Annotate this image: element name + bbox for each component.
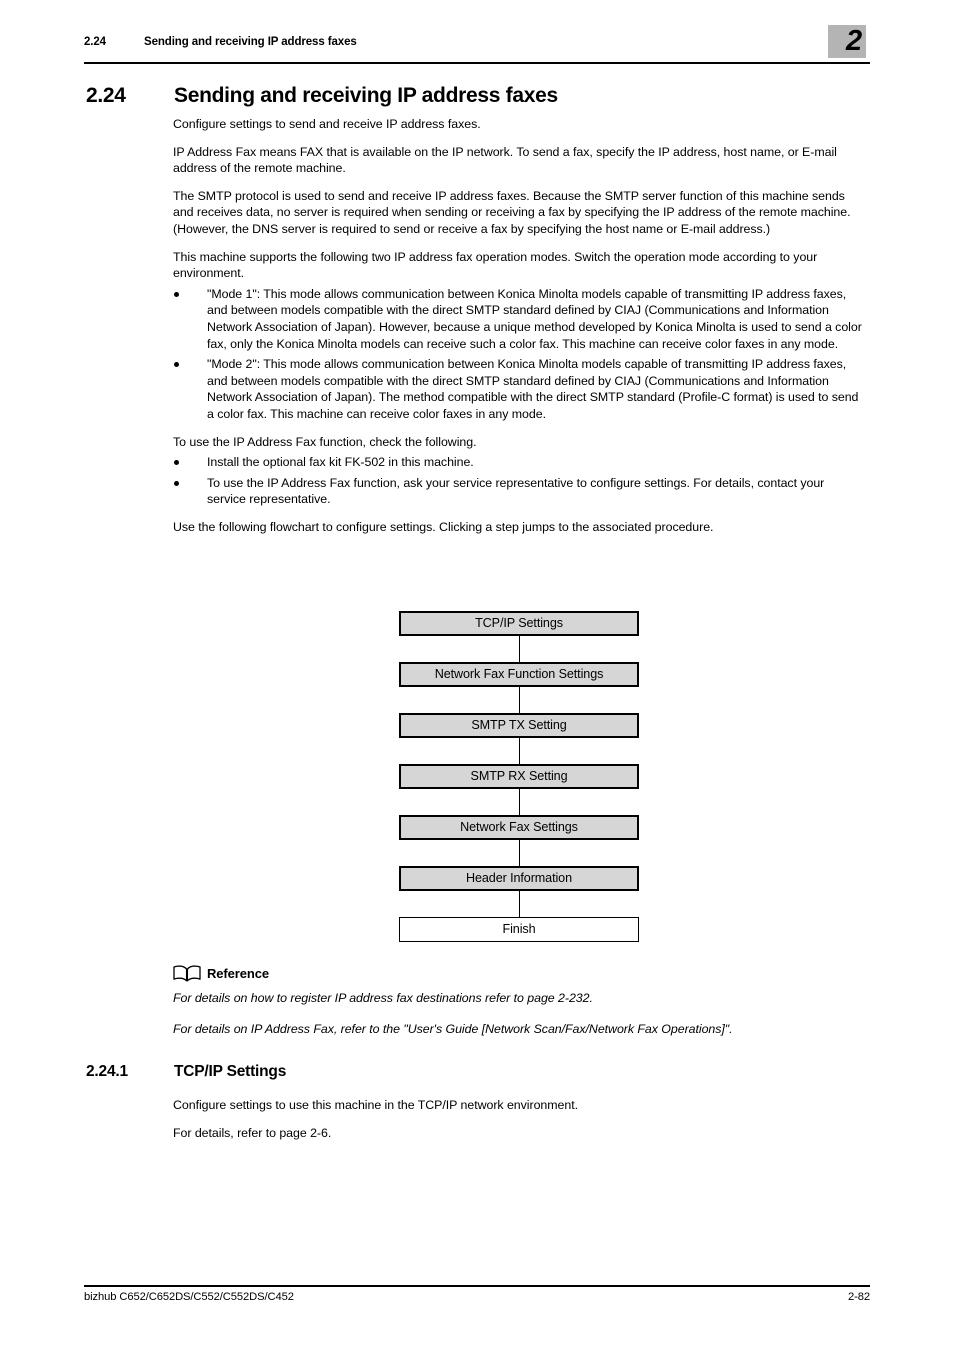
mode-1-text: "Mode 1": This mode allows communication… xyxy=(207,286,862,351)
page-title-text: Sending and receiving IP address faxes xyxy=(174,84,558,107)
flow-box-label: Finish xyxy=(399,917,639,942)
paragraph-flowchart-intro: Use the following flowchart to configure… xyxy=(173,519,714,534)
flow-step-finish: Finish xyxy=(399,917,639,942)
footer-page-number: 2-82 xyxy=(848,1291,870,1303)
list-item: To use the IP Address Fax function, ask … xyxy=(173,475,865,508)
requirements-list: Install the optional fax kit FK-502 in t… xyxy=(173,454,865,508)
flow-box-label[interactable]: TCP/IP Settings xyxy=(399,611,639,636)
flow-connector xyxy=(518,687,520,713)
open-book-icon xyxy=(173,965,201,982)
body-content: Configure settings to send and receive I… xyxy=(173,116,865,546)
bullet-dot-icon xyxy=(174,362,179,368)
subsection-title: 2.24.1 TCP/IP Settings xyxy=(86,1063,876,1081)
page-title-number: 2.24 xyxy=(86,84,126,107)
subsection-title-text: TCP/IP Settings xyxy=(174,1063,287,1080)
requirement-service-rep-text: To use the IP Address Fax function, ask … xyxy=(207,475,825,507)
flow-box-label[interactable]: Network Fax Function Settings xyxy=(399,662,639,687)
list-item: "Mode 2": This mode allows communication… xyxy=(173,356,865,422)
list-item: "Mode 1": This mode allows communication… xyxy=(173,286,865,352)
reference-line-2: For details on IP Address Fax, refer to … xyxy=(173,1021,733,1036)
flow-step-smtp-tx-setting[interactable]: SMTP TX Setting xyxy=(399,713,639,738)
bullet-dot-icon xyxy=(174,291,179,297)
flow-step-tcpip-settings[interactable]: TCP/IP Settings xyxy=(399,611,639,636)
footer-product-name: bizhub C652/C652DS/C552/C552DS/C452 xyxy=(84,1291,294,1303)
header-section-number: 2.24 xyxy=(84,36,106,48)
flow-connector xyxy=(518,738,520,764)
mode-2-text: "Mode 2": This mode allows communication… xyxy=(207,357,859,421)
reference-title: Reference xyxy=(207,966,269,981)
page-title: 2.24 Sending and receiving IP address fax… xyxy=(86,84,876,108)
reference-heading: Reference xyxy=(173,964,865,986)
header-section-title: Sending and receiving IP address faxes xyxy=(144,36,357,48)
paragraph-ipfax-definition: IP Address Fax means FAX that is availab… xyxy=(173,144,837,176)
flow-box-label[interactable]: SMTP RX Setting xyxy=(399,764,639,789)
flow-step-network-fax-settings[interactable]: Network Fax Settings xyxy=(399,815,639,840)
footer-divider xyxy=(84,1285,870,1287)
header-divider xyxy=(84,62,870,64)
subsection-number: 2.24.1 xyxy=(86,1063,128,1080)
document-page: 2.24 Sending and receiving IP address fa… xyxy=(0,0,954,1350)
subsection-paragraph-2: For details, refer to page 2-6. xyxy=(173,1125,332,1140)
requirement-fax-kit-text: Install the optional fax kit FK-502 in t… xyxy=(207,455,474,470)
flow-connector xyxy=(518,636,520,662)
flow-step-smtp-rx-setting[interactable]: SMTP RX Setting xyxy=(399,764,639,789)
flow-box-label[interactable]: Header Information xyxy=(399,866,639,891)
paragraph-operation-modes: This machine supports the following two … xyxy=(173,249,818,281)
flow-connector xyxy=(518,789,520,815)
subsection-content: Configure settings to use this machine i… xyxy=(173,1097,865,1152)
bullet-dot-icon xyxy=(174,480,179,486)
paragraph-smtp-protocol: The SMTP protocol is used to send and re… xyxy=(173,188,851,236)
bullet-dot-icon xyxy=(174,460,179,466)
flow-step-network-fax-function-settings[interactable]: Network Fax Function Settings xyxy=(399,662,639,687)
flow-connector xyxy=(518,891,520,917)
list-item: Install the optional fax kit FK-502 in t… xyxy=(173,454,865,471)
mode-list: "Mode 1": This mode allows communication… xyxy=(173,286,865,423)
reference-block: Reference For details on how to register… xyxy=(173,964,865,1037)
settings-flowchart: TCP/IP Settings Network Fax Function Set… xyxy=(399,611,639,942)
paragraph-intro: Configure settings to send and receive I… xyxy=(173,117,481,131)
subsection-paragraph-1: Configure settings to use this machine i… xyxy=(173,1098,578,1112)
flow-box-label[interactable]: SMTP TX Setting xyxy=(399,713,639,738)
flow-connector xyxy=(518,840,520,866)
chapter-number: 2 xyxy=(846,25,862,57)
paragraph-check-following: To use the IP Address Fax function, chec… xyxy=(173,434,477,449)
flow-box-label[interactable]: Network Fax Settings xyxy=(399,815,639,840)
flow-step-header-information[interactable]: Header Information xyxy=(399,866,639,891)
reference-line-1: For details on how to register IP addres… xyxy=(173,991,593,1005)
